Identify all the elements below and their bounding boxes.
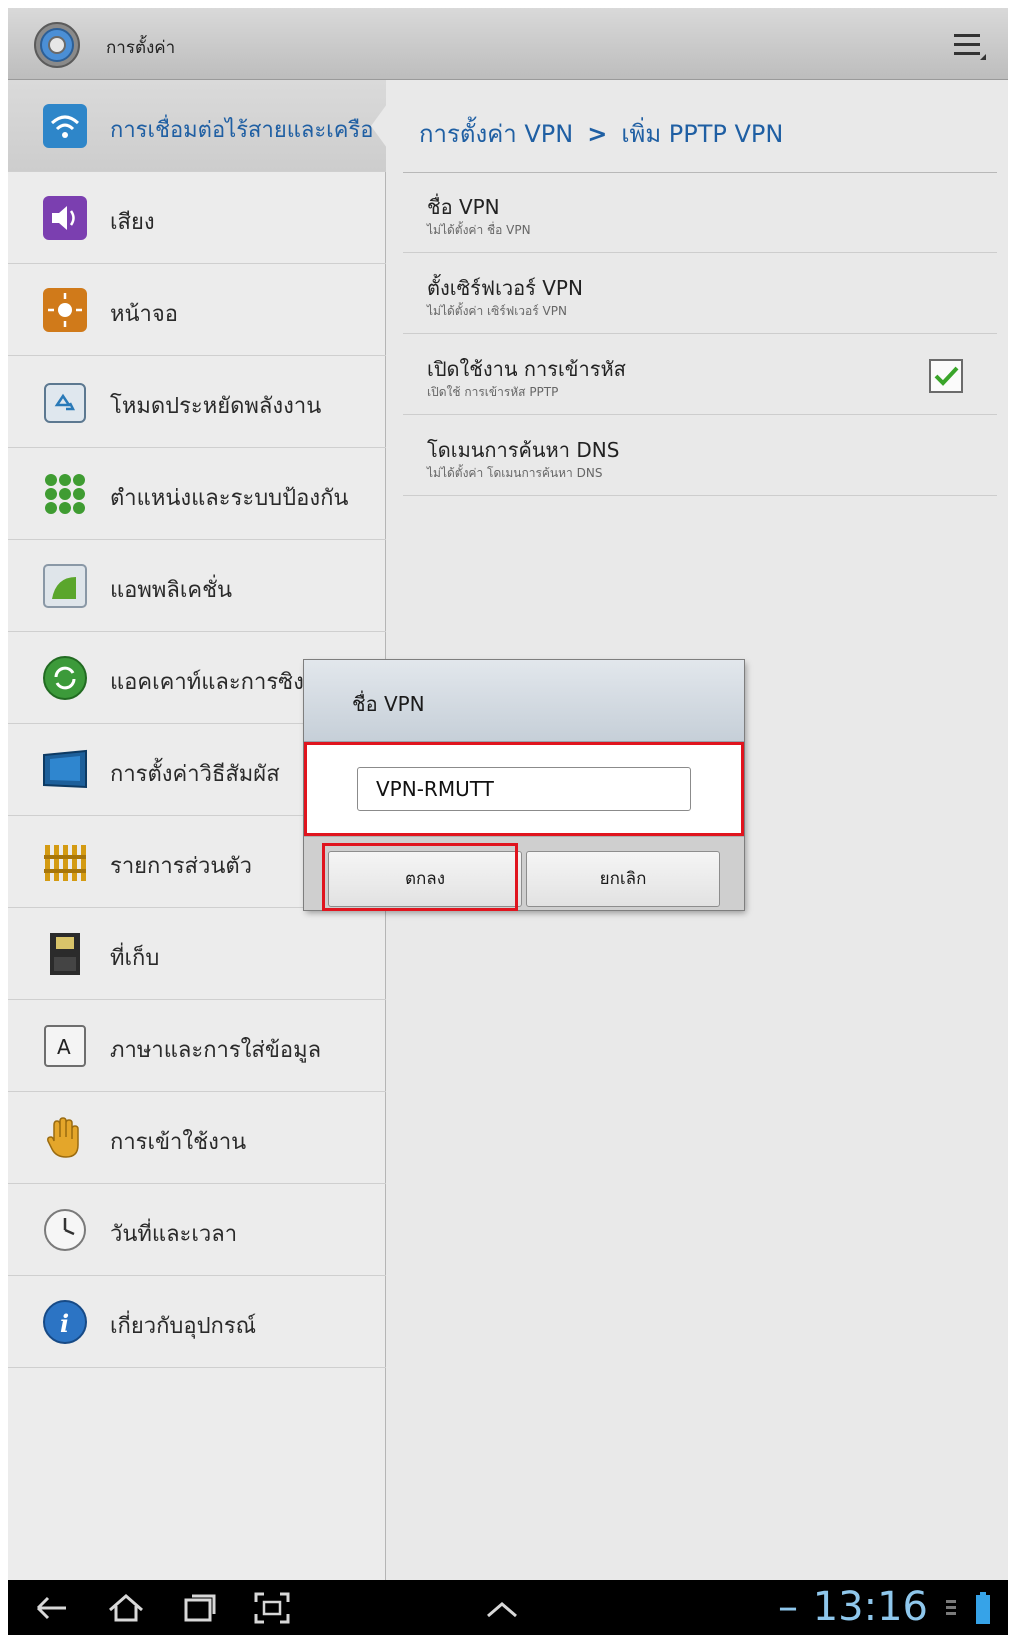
recent-apps-icon[interactable]: [180, 1590, 220, 1626]
keyboard-icon: A: [44, 1025, 86, 1067]
android-icon: [43, 564, 87, 608]
svg-text:A: A: [57, 1035, 71, 1059]
hand-icon: [47, 1117, 79, 1158]
clock[interactable]: 13:16: [813, 1584, 928, 1630]
sidebar-item-power-saving[interactable]: โหมดประหยัดพลังงาน: [8, 356, 386, 448]
motion-icon: [43, 749, 87, 789]
breadcrumb-current: เพิ่ม PPTP VPN: [621, 120, 784, 148]
home-icon[interactable]: [106, 1590, 146, 1626]
privacy-icon: [44, 845, 86, 881]
sidebar-item-about-device[interactable]: i เกี่ยวกับอุปกรณ์: [8, 1276, 386, 1368]
sidebar-item-sound[interactable]: เสียง: [8, 172, 386, 264]
sidebar-item-display[interactable]: หน้าจอ: [8, 264, 386, 356]
dialog-button-bar: ตกลง ยกเลิก: [304, 836, 744, 911]
power-saving-icon: [44, 383, 86, 423]
sidebar-item-accessibility[interactable]: การเข้าใช้งาน: [8, 1092, 386, 1184]
sidebar-item-label: โหมดประหยัดพลังงาน: [110, 394, 322, 419]
breadcrumb-parent[interactable]: การตั้งค่า VPN: [419, 120, 573, 148]
vpn-server-setting[interactable]: ตั้งเซิร์ฟเวอร์ VPN ไม่ได้ตั้งค่า เซิร์ฟ…: [403, 254, 997, 334]
setting-title: โดเมนการค้นหา DNS: [427, 438, 620, 462]
setting-subtitle: ไม่ได้ตั้งค่า โดเมนการค้นหา DNS: [427, 466, 603, 480]
battery-icon: [976, 1592, 990, 1624]
setting-title: ชื่อ VPN: [427, 195, 500, 219]
info-icon: i: [43, 1300, 87, 1344]
dns-search-domain-setting[interactable]: โดเมนการค้นหา DNS ไม่ได้ตั้งค่า โดเมนการ…: [403, 416, 997, 496]
sidebar-item-wireless-networks[interactable]: การเชื่อมต่อไร้สายและเครือข่าย: [8, 80, 387, 172]
signal-icon: [946, 1600, 956, 1615]
sidebar-item-location-security[interactable]: ตำแหน่งและระบบป้องกัน: [8, 448, 386, 540]
sidebar-item-label: เกี่ยวกับอุปกรณ์: [110, 1314, 257, 1339]
clock-icon: [44, 1209, 86, 1251]
vpn-name-input[interactable]: [357, 767, 691, 811]
setting-title: ตั้งเซิร์ฟเวอร์ VPN: [427, 276, 583, 300]
selection-indicator: [371, 104, 387, 148]
vpn-name-setting[interactable]: ชื่อ VPN ไม่ได้ตั้งค่า ชื่อ VPN: [403, 173, 997, 253]
breadcrumb: การตั้งค่า VPN > เพิ่ม PPTP VPN: [419, 114, 783, 153]
up-chevron-icon[interactable]: [482, 1590, 522, 1626]
back-icon[interactable]: [32, 1590, 72, 1626]
cancel-button[interactable]: ยกเลิก: [526, 851, 720, 907]
dialog-header: ชื่อ VPN: [304, 660, 744, 742]
sidebar-item-label: ที่เก็บ: [110, 946, 160, 971]
encryption-checkbox[interactable]: [929, 359, 963, 393]
menu-icon[interactable]: [950, 26, 988, 64]
action-bar: การตั้งค่า: [8, 8, 1008, 80]
checkmark-icon: [934, 366, 959, 386]
svg-text:i: i: [60, 1309, 69, 1338]
system-navigation-bar: – 13:16: [8, 1580, 1008, 1635]
sidebar-item-label: ภาษาและการใส่ข้อมูล: [110, 1038, 322, 1063]
dialog-body: [304, 742, 744, 836]
sd-card-icon: [50, 933, 80, 975]
breadcrumb-separator: >: [587, 120, 608, 148]
sidebar-item-language-input[interactable]: A ภาษาและการใส่ข้อมูล: [8, 1000, 386, 1092]
setting-subtitle: ไม่ได้ตั้งค่า เซิร์ฟเวอร์ VPN: [427, 304, 567, 318]
setting-title: เปิดใช้งาน การเข้ารหัส: [427, 357, 626, 381]
sidebar-item-label: ตำแหน่งและระบบป้องกัน: [110, 486, 349, 511]
sidebar-item-storage[interactable]: ที่เก็บ: [8, 908, 386, 1000]
settings-gear-icon[interactable]: [32, 20, 82, 70]
app-title: การตั้งค่า: [106, 38, 176, 58]
setting-subtitle: ไม่ได้ตั้งค่า ชื่อ VPN: [427, 223, 531, 237]
ok-button[interactable]: ตกลง: [328, 851, 522, 907]
sidebar-item-date-time[interactable]: วันที่และเวลา: [8, 1184, 386, 1276]
speaker-icon: [43, 196, 87, 240]
sidebar-item-label: การเข้าใช้งาน: [110, 1130, 247, 1155]
location-lock-icon: [45, 474, 85, 514]
sidebar-item-applications[interactable]: แอพพลิเคชั่น: [8, 540, 386, 632]
encryption-setting[interactable]: เปิดใช้งาน การเข้ารหัส เปิดใช้ การเข้ารห…: [403, 335, 997, 415]
screenshot-icon[interactable]: [252, 1590, 292, 1626]
dialog-title: ชื่อ VPN: [352, 692, 425, 716]
sidebar-item-label: หน้าจอ: [110, 302, 178, 327]
sidebar-item-label: การเชื่อมต่อไร้สายและเครือข่าย: [110, 118, 380, 143]
wifi-icon: [43, 104, 87, 148]
vpn-name-dialog: ชื่อ VPN ตกลง ยกเลิก: [304, 660, 744, 911]
sidebar-item-label: เสียง: [110, 210, 155, 235]
status-separator: –: [778, 1584, 798, 1630]
brightness-icon: [43, 288, 87, 332]
sidebar-item-label: วันที่และเวลา: [110, 1222, 238, 1247]
setting-subtitle: เปิดใช้ การเข้ารหัส PPTP: [427, 385, 559, 399]
sidebar-item-label: แอพพลิเคชั่น: [110, 578, 233, 603]
screen: การตั้งค่า การเชื่อมต่อไร้สายและเครือข่า…: [8, 8, 1008, 1635]
sync-icon: [43, 656, 87, 700]
